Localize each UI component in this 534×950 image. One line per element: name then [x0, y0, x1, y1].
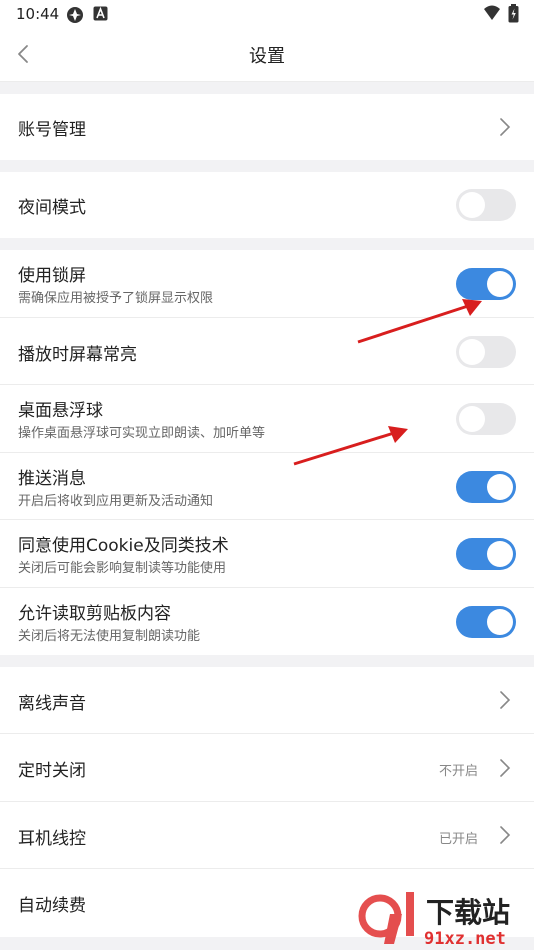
- push-row: 推送消息 开启后将收到应用更新及活动通知: [0, 453, 534, 520]
- chevron-right-icon: [500, 691, 511, 709]
- chevron-right-icon: [500, 759, 511, 777]
- float-ball-label: 桌面悬浮球: [18, 401, 103, 421]
- wifi-icon: [484, 5, 500, 20]
- lockscreen-sub: 需确保应用被授予了锁屏显示权限: [18, 291, 214, 306]
- page-title: 设置: [249, 46, 285, 67]
- lockscreen-label: 使用锁屏: [18, 266, 86, 286]
- keep-awake-toggle[interactable]: [456, 336, 516, 368]
- push-label: 推送消息: [18, 469, 86, 489]
- cookie-toggle[interactable]: [456, 538, 516, 570]
- timer-label: 定时关闭: [18, 761, 86, 781]
- offline-voice-label: 离线声音: [18, 694, 86, 714]
- night-mode-label: 夜间模式: [18, 198, 86, 218]
- headset-row[interactable]: 耳机线控 已开启: [0, 802, 534, 869]
- float-ball-toggle[interactable]: [456, 403, 516, 435]
- lockscreen-row: 使用锁屏 需确保应用被授予了锁屏显示权限: [0, 250, 534, 318]
- lockscreen-toggle[interactable]: [456, 268, 516, 300]
- keyboard-a-icon: [93, 6, 108, 21]
- group-night: 夜间模式: [0, 172, 534, 238]
- site-watermark-logo: 下载站 91xz.net: [358, 892, 510, 949]
- chevron-right-icon: [500, 826, 511, 844]
- push-sub: 开启后将收到应用更新及活动通知: [18, 494, 214, 509]
- app-bar: 设置: [0, 28, 534, 82]
- cookie-label: 同意使用Cookie及同类技术: [18, 536, 229, 556]
- account-label: 账号管理: [18, 120, 86, 140]
- watermark-domain: 91xz.net: [424, 929, 506, 949]
- timer-value: 不开启: [438, 764, 478, 779]
- headset-label: 耳机线控: [18, 829, 86, 849]
- offline-voice-row[interactable]: 离线声音: [0, 667, 534, 734]
- group-playback: 使用锁屏 需确保应用被授予了锁屏显示权限 播放时屏幕常亮 桌面悬浮球 操作桌面悬…: [0, 250, 534, 655]
- keep-awake-label: 播放时屏幕常亮: [18, 345, 137, 365]
- cookie-row: 同意使用Cookie及同类技术 关闭后可能会影响复制读等功能使用: [0, 520, 534, 588]
- watermark-brand: 下载站: [426, 896, 510, 929]
- clipboard-toggle[interactable]: [456, 606, 516, 638]
- group-account: 账号管理: [0, 94, 534, 160]
- timer-row[interactable]: 定时关闭 不开启: [0, 734, 534, 802]
- auto-renew-label: 自动续费: [18, 896, 86, 916]
- clipboard-sub: 关闭后将无法使用复制朗读功能: [18, 629, 201, 644]
- night-mode-toggle[interactable]: [456, 189, 516, 221]
- status-time: 10:44: [16, 5, 60, 23]
- clipboard-row: 允许读取剪贴板内容 关闭后将无法使用复制朗读功能: [0, 588, 534, 655]
- cookie-sub: 关闭后可能会影响复制读等功能使用: [18, 561, 227, 576]
- account-row[interactable]: 账号管理: [0, 94, 534, 160]
- push-toggle[interactable]: [456, 471, 516, 503]
- headset-value: 已开启: [438, 832, 478, 847]
- app-notification-icon: [67, 7, 83, 23]
- float-ball-sub: 操作桌面悬浮球可实现立即朗读、加听单等: [18, 426, 266, 441]
- chevron-right-icon: [500, 118, 511, 136]
- float-ball-row: 桌面悬浮球 操作桌面悬浮球可实现立即朗读、加听单等: [0, 385, 534, 453]
- clipboard-label: 允许读取剪贴板内容: [18, 604, 171, 624]
- night-mode-row: 夜间模式: [0, 172, 534, 238]
- keep-awake-row: 播放时屏幕常亮: [0, 318, 534, 385]
- status-bar: 10:44: [0, 0, 534, 28]
- battery-icon: [508, 4, 519, 23]
